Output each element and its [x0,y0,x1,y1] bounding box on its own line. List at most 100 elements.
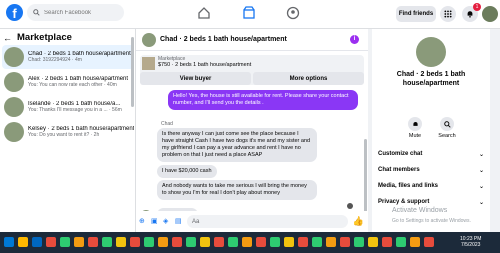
chrome-icon[interactable] [368,237,378,247]
conversation-item[interactable]: Kelsey · 2 beds 1 bath house/apartment Yo… [2,120,134,144]
like-icon[interactable]: 👍 [353,216,364,227]
chrome-icon[interactable] [354,237,364,247]
info-icon[interactable]: i [350,35,359,44]
gif-icon[interactable]: ▤ [175,218,182,225]
row-label: Media, files and links [378,183,439,189]
conversation-item[interactable]: Iselande · 2 beds 1 bath house/a... You: … [2,95,134,119]
chrome-icon[interactable] [186,237,196,247]
avatar [4,47,24,67]
page-title: Marketplace [17,32,72,43]
notifications-button[interactable]: 1 [462,3,481,22]
top-navigation-bar: f Find friends 1 [0,0,500,29]
home-icon[interactable] [197,6,211,20]
listing-actions: View buyer More options [140,72,364,85]
avatar[interactable] [142,32,156,47]
edge-icon[interactable] [32,237,42,247]
chrome-icon[interactable] [340,237,350,247]
chevron-down-icon: ⌄ [478,168,484,174]
chrome-icon[interactable] [60,237,70,247]
incoming-message: And nobody wants to take me serious I wi… [157,180,317,200]
chrome-icon[interactable] [158,237,168,247]
search-input[interactable] [44,9,120,16]
search-icon [440,117,454,131]
search-box[interactable] [27,4,124,21]
plus-icon[interactable]: ⊕ [139,218,146,225]
groups-icon[interactable] [286,6,300,20]
avatar [4,97,24,117]
facebook-logo[interactable]: f [6,4,23,21]
conversation-preview: You: Do you want to rent it? · 2h [28,132,100,138]
incoming-message: Is there anyway I can just come see the … [157,128,317,162]
windows-taskbar: 10:23 PM 7/5/2023 [0,232,500,253]
profile-avatar[interactable] [482,6,498,22]
chrome-icon[interactable] [410,237,420,247]
chat-header: Chad · 2 beds 1 bath house/apartment i [136,29,368,51]
chevron-down-icon: ⌄ [478,184,484,190]
chrome-icon[interactable] [326,237,336,247]
system-clock[interactable]: 10:23 PM 7/5/2023 [460,236,481,248]
scrollbar[interactable] [364,139,367,219]
chrome-icon[interactable] [424,237,434,247]
chrome-icon[interactable] [312,237,322,247]
chat-window: Chad · 2 beds 1 bath house/apartment i M… [136,29,368,232]
conversation-preview: You: Thanks I'll message you in a ... · … [28,107,122,113]
sticker-icon[interactable]: ◈ [163,218,170,225]
message-composer: ⊕ ▣ ◈ ▤ Aa 👍 [136,211,368,232]
chrome-icon[interactable] [144,237,154,247]
image-icon[interactable]: ▣ [151,218,158,225]
chrome-icon[interactable] [88,237,98,247]
marketplace-inbox: ← Marketplace Chad · 2 beds 1 bath house… [0,29,136,232]
view-buyer-button[interactable]: View buyer [140,72,251,85]
chrome-icon[interactable] [270,237,280,247]
seen-indicator [347,203,353,209]
file-explorer-icon[interactable] [18,237,28,247]
chrome-icon[interactable] [102,237,112,247]
chrome-icon[interactable] [284,237,294,247]
more-options-button[interactable]: More options [253,72,364,85]
conversation-item[interactable]: Chad · 2 beds 1 bath house/apartment Chad… [2,45,134,69]
mute-button[interactable]: Mute [400,117,430,139]
customize-chat-row[interactable]: Customize chat ⌄ [378,151,484,158]
search-icon [33,9,40,16]
conversation-preview: You: You can now rate each other · 40m [28,82,117,88]
app-icon[interactable] [46,237,56,247]
search-chat-button[interactable]: Search [432,117,462,139]
chrome-icon[interactable] [298,237,308,247]
menu-button[interactable] [440,6,456,22]
chrome-icon[interactable] [200,237,210,247]
start-icon[interactable] [4,237,14,247]
avatar [4,122,24,142]
conversation-item[interactable]: Alex · 2 beds 1 bath house/apartment You:… [2,70,134,94]
chat-details-panel: Chad · 2 beds 1 bath house/apartment Mut… [372,29,490,232]
privacy-support-row[interactable]: Privacy & support ⌄ [378,199,484,206]
row-label: Chat members [378,167,420,173]
listing-thumbnail [142,57,155,70]
message-input[interactable]: Aa [187,215,348,228]
chrome-icon[interactable] [382,237,392,247]
search-label: Search [438,133,456,139]
chrome-icon[interactable] [242,237,252,247]
row-label: Customize chat [378,151,423,157]
activate-windows-hint: Go to Settings to activate Windows. [392,218,471,224]
find-friends-button[interactable]: Find friends [396,6,436,22]
chat-members-row[interactable]: Chat members ⌄ [378,167,484,174]
clock-date: 7/5/2023 [460,242,481,248]
chrome-icon[interactable] [172,237,182,247]
bell-icon [467,11,473,18]
bell-icon [408,117,422,131]
app-icon[interactable] [74,237,84,247]
chat-title[interactable]: Chad · 2 beds 1 bath house/apartment [160,36,287,43]
chrome-icon[interactable] [396,237,406,247]
chevron-down-icon: ⌄ [478,200,484,206]
chrome-icon[interactable] [256,237,266,247]
marketplace-icon[interactable] [242,6,256,20]
back-arrow-icon[interactable]: ← [3,33,12,43]
chrome-icon[interactable] [116,237,126,247]
media-files-row[interactable]: Media, files and links ⌄ [378,183,484,190]
chrome-icon[interactable] [214,237,224,247]
outgoing-message: Hello! Yes, the house is still available… [168,90,358,110]
chrome-icon[interactable] [130,237,140,247]
contact-name: Chad · 2 beds 1 bath house/apartment [396,71,466,87]
chrome-icon[interactable] [228,237,238,247]
scrollbar[interactable] [131,37,134,107]
